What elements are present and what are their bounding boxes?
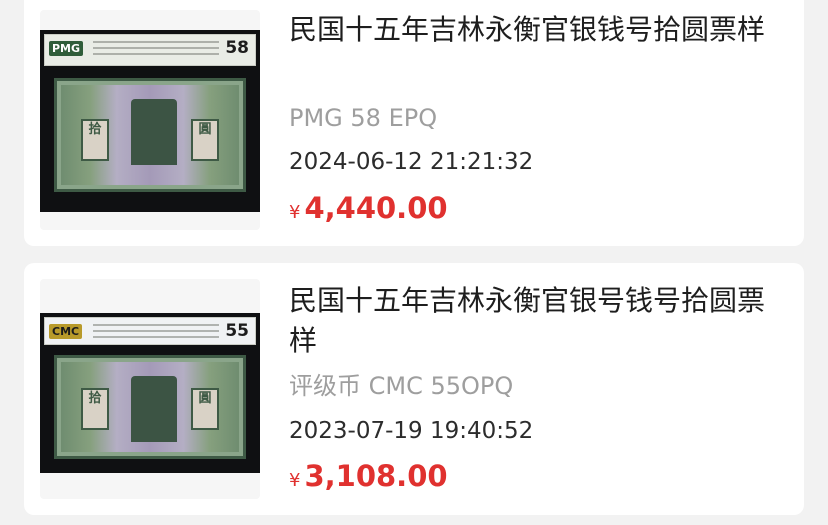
cmc-logo: CMC	[49, 324, 83, 339]
graded-slab-image: CMC 55 拾 圓	[40, 313, 260, 473]
pmg-logo: PMG	[49, 41, 84, 56]
slab-label: PMG 58	[44, 34, 256, 66]
slab-label: CMC 55	[44, 317, 256, 345]
banknote-image: 拾 圓	[54, 355, 246, 459]
note-denomination-right: 圓	[191, 119, 219, 161]
listing-title[interactable]: 民国十五年吉林永衡官银钱号拾圆票样	[289, 10, 788, 50]
slab-label-text	[93, 324, 219, 342]
sale-price: ¥4,440.00	[289, 191, 448, 225]
note-vignette	[131, 376, 177, 442]
price-amount: 3,108.00	[304, 459, 448, 493]
banknote-thumbnail[interactable]: PMG 58 拾 圓	[40, 10, 260, 230]
grade-text: PMG 58 EPQ	[289, 104, 438, 132]
grade-text: 评级币 CMC 55OPQ	[289, 372, 514, 400]
note-denomination-right: 圓	[191, 388, 219, 430]
sale-datetime: 2024-06-12 21:21:32	[289, 149, 534, 175]
currency-symbol: ¥	[289, 470, 301, 491]
note-vignette	[131, 99, 177, 165]
note-denomination-left: 拾	[81, 119, 109, 161]
listing-card[interactable]: CMC 55 拾 圓 民国十五年吉林永衡官银号钱号拾圆票样 评级币 CMC 55…	[24, 263, 804, 515]
slab-grade-number: 58	[225, 38, 249, 58]
listing-list: PMG 58 拾 圓 民国十五年吉林永衡官银钱号拾圆票样 PMG 58 EPQ …	[0, 0, 828, 525]
sale-price: ¥3,108.00	[289, 459, 448, 493]
price-amount: 4,440.00	[304, 191, 448, 225]
graded-slab-image: PMG 58 拾 圓	[40, 30, 260, 212]
banknote-image: 拾 圓	[54, 78, 246, 192]
slab-grade-number: 55	[225, 321, 249, 341]
slab-label-text	[93, 41, 219, 59]
listing-title[interactable]: 民国十五年吉林永衡官银号钱号拾圆票样	[289, 281, 788, 361]
banknote-thumbnail[interactable]: CMC 55 拾 圓	[40, 279, 260, 499]
currency-symbol: ¥	[289, 202, 301, 223]
note-denomination-left: 拾	[81, 388, 109, 430]
sale-datetime: 2023-07-19 19:40:52	[289, 418, 534, 444]
listing-card[interactable]: PMG 58 拾 圓 民国十五年吉林永衡官银钱号拾圆票样 PMG 58 EPQ …	[24, 0, 804, 246]
